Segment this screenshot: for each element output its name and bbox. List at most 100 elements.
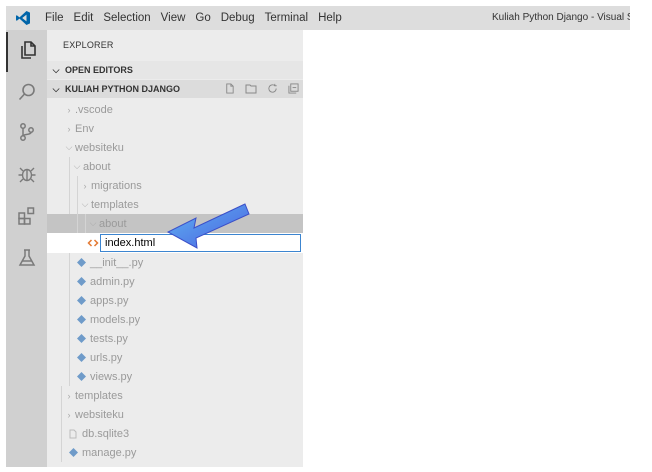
explorer-actions <box>224 80 299 98</box>
files-icon <box>17 39 39 66</box>
tree-folder-vscode[interactable]: › .vscode <box>47 100 303 119</box>
tree-item-label: .vscode <box>75 103 113 116</box>
indent-guide <box>69 195 70 214</box>
refresh-icon[interactable] <box>267 83 278 96</box>
source-control-activity-button[interactable] <box>6 114 47 154</box>
indent-guide <box>61 443 62 462</box>
tree-item-label: apps.py <box>90 294 129 307</box>
indent-guide <box>77 176 78 195</box>
open-editors-label: OPEN EDITORS <box>65 65 133 75</box>
html-file-icon <box>87 236 99 248</box>
indent-guide <box>77 195 78 214</box>
tree-item-label: models.py <box>90 313 141 326</box>
indent-guide <box>69 367 70 386</box>
chevron-right-icon: › <box>83 180 87 191</box>
indent-guide <box>77 214 78 233</box>
tree-folder-websiteku-inner[interactable]: › websiteku <box>47 405 303 424</box>
debug-activity-button[interactable] <box>6 156 47 196</box>
explorer-title: EXPLORER <box>63 40 114 50</box>
tree-item-label: templates <box>91 198 139 211</box>
source-control-icon <box>16 121 38 148</box>
vscode-logo-icon <box>6 6 40 30</box>
tree-item-label: urls.py <box>90 351 123 364</box>
tree-item-label: manage.py <box>82 446 137 459</box>
project-header[interactable]: ⌵ KULIAH PYTHON DJANGO <box>47 80 303 98</box>
indent-guide <box>69 176 70 195</box>
tree-folder-websiteku[interactable]: ⌵ websiteku <box>47 138 303 157</box>
vscode-window: File Edit Selection View Go Debug Termin… <box>6 6 630 467</box>
tree-item-label: admin.py <box>90 275 135 288</box>
explorer-activity-button[interactable] <box>6 32 47 72</box>
tree-item-label: tests.py <box>90 332 128 345</box>
tree-file-apps[interactable]: apps.py <box>47 291 303 310</box>
tree-folder-templates-root[interactable]: › templates <box>47 386 303 405</box>
menu-help[interactable]: Help <box>313 6 347 30</box>
indent-guide <box>61 424 62 443</box>
chevron-right-icon: › <box>67 409 71 420</box>
chevron-down-icon: ⌵ <box>73 161 81 171</box>
tree-item-label: about <box>83 160 111 173</box>
open-editors-header[interactable]: ⌵ OPEN EDITORS <box>47 61 303 79</box>
indent-guide <box>69 348 70 367</box>
tree-file-admin[interactable]: admin.py <box>47 272 303 291</box>
chevron-right-icon: › <box>67 123 71 134</box>
project-label: KULIAH PYTHON DJANGO <box>65 84 181 94</box>
menu-view[interactable]: View <box>156 6 191 30</box>
debug-bug-icon <box>16 163 38 190</box>
indent-guide <box>69 157 70 176</box>
tree-item-label: templates <box>75 389 123 402</box>
python-file-icon <box>75 314 87 326</box>
python-file-icon <box>75 276 87 288</box>
window-title: Kuliah Python Django - Visual S <box>492 12 630 23</box>
search-activity-button[interactable] <box>6 74 47 114</box>
chevron-right-icon: › <box>67 104 71 115</box>
tree-file-tests[interactable]: tests.py <box>47 329 303 348</box>
tree-item-label: websiteku <box>75 141 124 154</box>
indent-guide <box>69 272 70 291</box>
menu-bar: File Edit Selection View Go Debug Termin… <box>40 6 347 30</box>
tree-item-label: __init__.py <box>90 256 144 269</box>
tree-file-db[interactable]: db.sqlite3 <box>47 424 303 443</box>
python-file-icon <box>75 352 87 364</box>
menu-selection[interactable]: Selection <box>98 6 155 30</box>
testing-activity-button[interactable] <box>6 240 47 280</box>
chevron-down-icon: ⌵ <box>52 83 60 94</box>
menu-debug[interactable]: Debug <box>216 6 260 30</box>
menu-file[interactable]: File <box>40 6 69 30</box>
indent-guide <box>69 291 70 310</box>
search-icon <box>16 81 38 108</box>
tree-file-urls[interactable]: urls.py <box>47 348 303 367</box>
menu-edit[interactable]: Edit <box>69 6 99 30</box>
python-file-icon <box>75 371 87 383</box>
menu-terminal[interactable]: Terminal <box>260 6 313 30</box>
tree-file-models[interactable]: models.py <box>47 310 303 329</box>
tree-item-label: db.sqlite3 <box>82 427 130 440</box>
indent-guide <box>61 386 62 405</box>
extensions-activity-button[interactable] <box>6 198 47 238</box>
tree-folder-about[interactable]: ⌵ about <box>47 157 303 176</box>
extensions-icon <box>16 205 38 232</box>
new-file-icon[interactable] <box>224 82 235 96</box>
tree-folder-env[interactable]: › Env <box>47 119 303 138</box>
annotation-arrow-icon <box>166 203 250 249</box>
tree-item-label: Env <box>75 122 94 135</box>
tree-item-label: migrations <box>91 179 142 192</box>
chevron-down-icon: ⌵ <box>89 218 97 228</box>
menu-go[interactable]: Go <box>190 6 215 30</box>
new-folder-icon[interactable] <box>245 83 257 96</box>
database-file-icon <box>67 428 79 440</box>
python-file-icon <box>75 295 87 307</box>
indent-guide <box>69 310 70 329</box>
python-file-icon <box>75 257 87 269</box>
indent-guide <box>69 329 70 348</box>
python-file-icon <box>67 447 79 459</box>
activity-bar <box>6 30 47 467</box>
tree-file-manage[interactable]: manage.py <box>47 443 303 462</box>
tree-file-views[interactable]: views.py <box>47 367 303 386</box>
indent-guide <box>69 253 70 272</box>
editor-area[interactable] <box>303 30 630 467</box>
collapse-all-icon[interactable] <box>288 82 299 96</box>
tree-item-label: about <box>99 217 127 230</box>
title-bar: File Edit Selection View Go Debug Termin… <box>6 6 630 30</box>
python-file-icon <box>75 333 87 345</box>
